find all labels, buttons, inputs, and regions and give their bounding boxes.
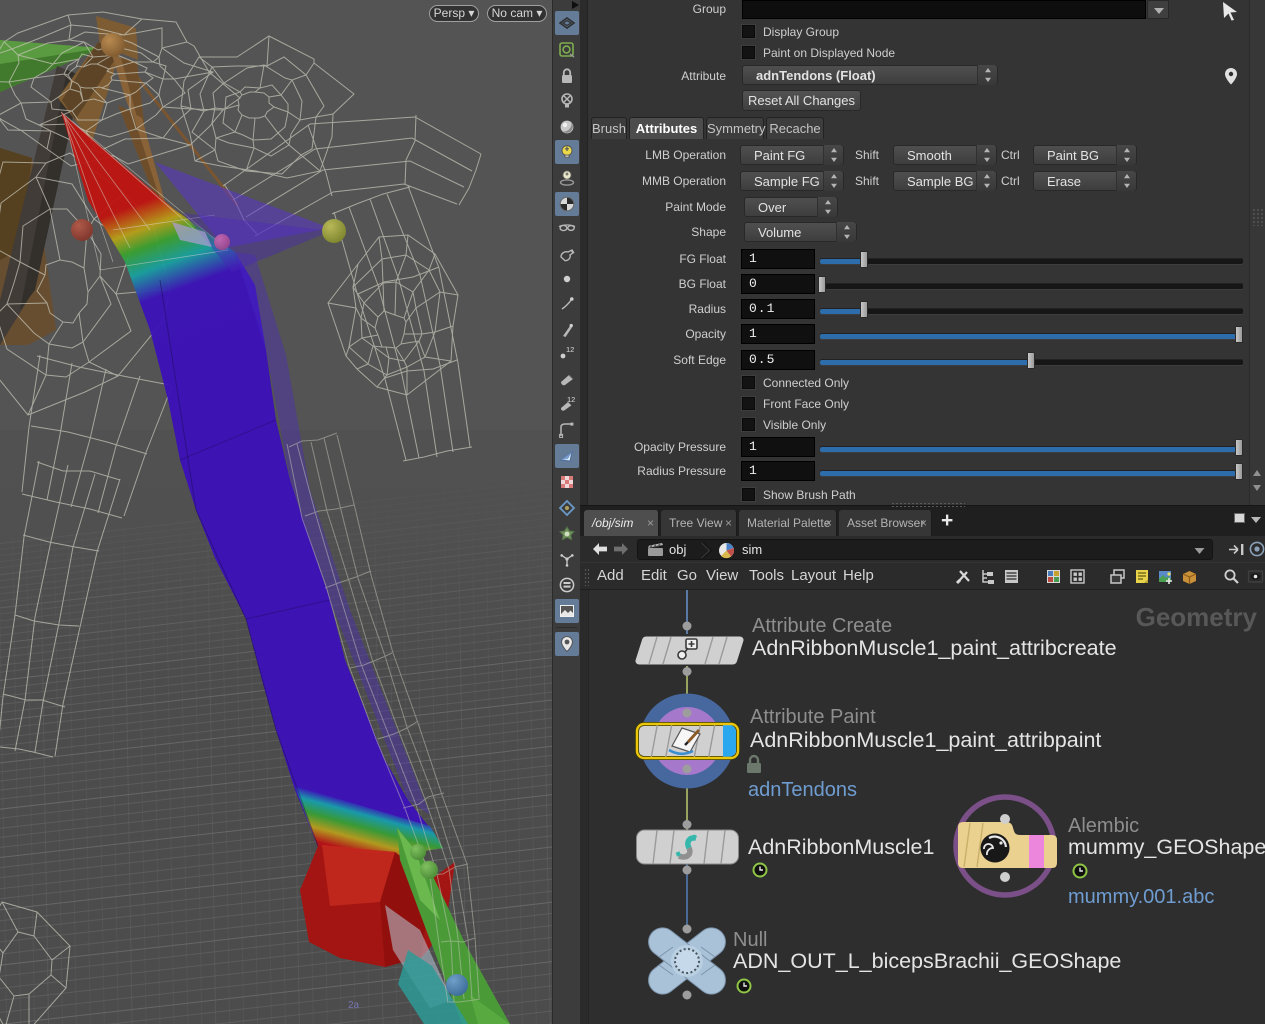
- svg-text:Null: Null: [733, 929, 767, 951]
- svg-text:Attribute Create: Attribute Create: [752, 615, 892, 637]
- svg-text:AdnRibbonMuscle1_paint_attribc: AdnRibbonMuscle1_paint_attribcreate: [752, 636, 1117, 660]
- svg-text:AdnRibbonMuscle1: AdnRibbonMuscle1: [748, 835, 934, 859]
- svg-text:Alembic: Alembic: [1068, 815, 1139, 837]
- svg-text:mummy.001.abc: mummy.001.abc: [1068, 886, 1214, 908]
- svg-text:mummy_GEOShape: mummy_GEOShape: [1068, 835, 1265, 859]
- svg-text:AdnRibbonMuscle1_paint_attribp: AdnRibbonMuscle1_paint_attribpaint: [750, 728, 1101, 752]
- svg-text:Geometry: Geometry: [1136, 602, 1258, 632]
- svg-text:12: 12: [567, 395, 575, 404]
- svg-text:adnTendons: adnTendons: [748, 779, 857, 801]
- svg-text:Attribute Paint: Attribute Paint: [750, 706, 876, 728]
- svg-text:ADN_OUT_L_bicepsBrachii_GEOSha: ADN_OUT_L_bicepsBrachii_GEOShape: [733, 949, 1121, 973]
- svg-text:2a: 2a: [348, 1000, 360, 1011]
